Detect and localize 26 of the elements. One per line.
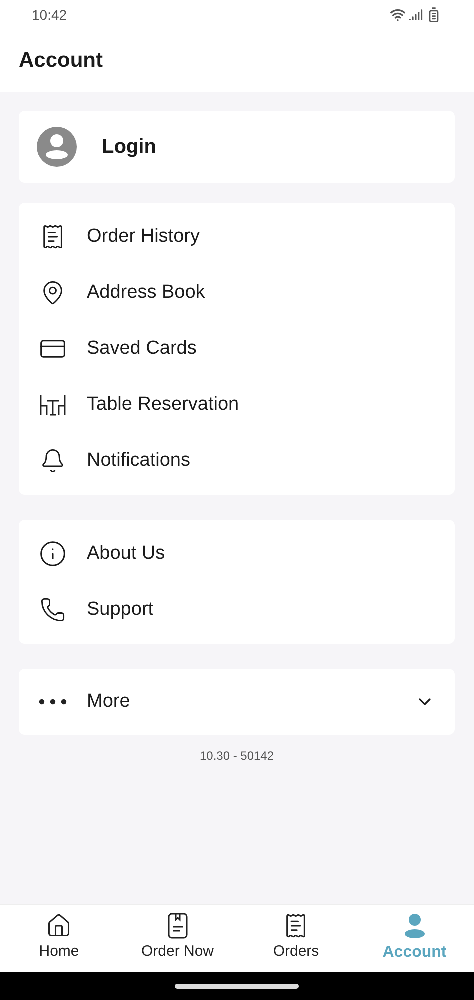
menu-item[interactable]: Order History (19, 209, 455, 265)
login-row[interactable]: Login (19, 111, 455, 183)
table-chairs-icon (39, 394, 67, 416)
wifi-icon (390, 7, 406, 23)
signal-icon (409, 8, 423, 22)
phone-icon (40, 597, 66, 623)
menu-item[interactable]: Saved Cards (19, 321, 455, 377)
nav-tab[interactable]: Home (0, 905, 118, 972)
page-title: Account (19, 48, 103, 74)
menu-item[interactable]: About Us (19, 526, 455, 582)
menu-book-icon (168, 913, 188, 940)
menu-item[interactable]: Address Book (19, 265, 455, 321)
menu-item[interactable]: Notifications (19, 433, 455, 489)
more-dots-icon (39, 699, 67, 705)
status-time: 10:42 (32, 6, 68, 24)
nav-tab[interactable]: Order Now (118, 905, 237, 972)
version-text: 10.30 - 50142 (200, 748, 274, 765)
menu-item[interactable]: Support (19, 582, 455, 638)
user-icon (404, 912, 426, 938)
nav-tab[interactable]: Orders (237, 905, 356, 972)
more-row[interactable]: More (19, 669, 455, 735)
bell-icon (40, 448, 66, 474)
menu-item[interactable]: Table Reservation (19, 377, 455, 433)
avatar-icon (36, 126, 78, 168)
home-icon (46, 913, 72, 940)
info-icon (39, 540, 67, 568)
